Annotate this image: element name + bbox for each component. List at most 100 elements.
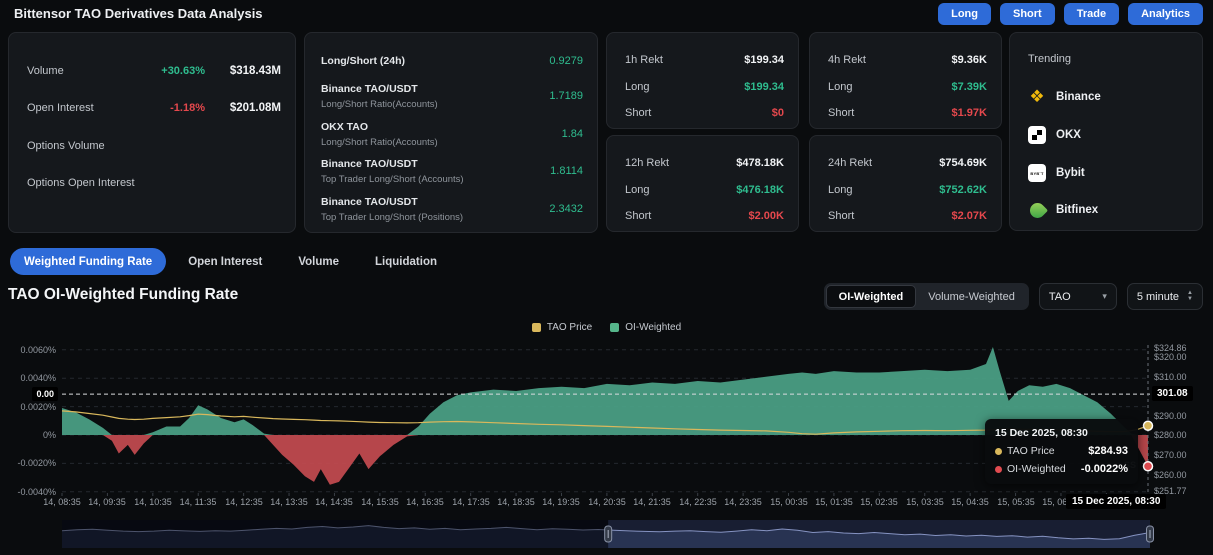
long-short-ratios-card: Long/Short (24h) 0.9279 Binance TAO/USDT… [304, 32, 598, 233]
stat-row-options-open-interest: Options Open Interest [27, 165, 281, 203]
stat-label: Open Interest [27, 102, 94, 114]
x-axis-label: 14, 20:35 [588, 497, 626, 507]
rekt-title: 1h Rekt [625, 54, 663, 66]
ratio-row: OKX TAO Long/Short Ratio(Accounts) 1.84 [321, 121, 583, 148]
tab-open-interest[interactable]: Open Interest [174, 248, 276, 275]
y-axis-left-label: 0% [6, 430, 56, 440]
tab-volume[interactable]: Volume [284, 248, 353, 275]
x-axis-label: 14, 08:35 [43, 497, 81, 507]
y-axis-left-label: 0.0020% [6, 402, 56, 412]
trending-card: Trending ❖ Binance OKX BYBˉT Bybit Bitfi… [1009, 32, 1203, 231]
long-button[interactable]: Long [938, 3, 991, 25]
legend-tao-price[interactable]: TAO Price [532, 322, 592, 333]
ratio-title: Binance TAO/USDT [321, 83, 583, 95]
rekt-card-4h: 4h Rekt$9.36K Long$7.39K Short$1.97K [809, 32, 1002, 129]
rekt-long-label: Long [828, 81, 852, 93]
series-dot-icon [995, 466, 1002, 473]
toggle-oi-weighted[interactable]: OI-Weighted [826, 285, 917, 308]
stat-change: +30.63% [161, 65, 205, 77]
x-axis-label: 15, 07:35 [1087, 497, 1125, 507]
x-axis-label: 14, 16:35 [406, 497, 444, 507]
page-title: Bittensor TAO Derivatives Data Analysis [14, 6, 263, 21]
x-axis-label: 15, 04:35 [951, 497, 989, 507]
stat-row-options-volume: Options Volume [27, 127, 281, 165]
ratio-row: Binance TAO/USDT Long/Short Ratio(Accoun… [321, 83, 583, 110]
analytics-button[interactable]: Analytics [1128, 3, 1203, 25]
trending-item-binance[interactable]: ❖ Binance [1028, 87, 1101, 107]
tooltip-row: OI-Weighted -0.0022% [995, 463, 1128, 475]
chart-title: TAO OI-Weighted Funding Rate [8, 286, 238, 304]
x-axis-label: 15, 00:35 [770, 497, 808, 507]
y-axis-left-label: 0.0060% [6, 345, 56, 355]
rekt-short-label: Short [625, 107, 651, 119]
tooltip-value: -0.0022% [1081, 463, 1128, 475]
ratio-row: Binance TAO/USDT Top Trader Long/Short (… [321, 158, 583, 185]
rekt-card-1h: 1h Rekt$199.34 Long$199.34 Short$0 [606, 32, 799, 129]
ratio-subtitle: Long/Short Ratio(Accounts) [321, 137, 583, 148]
legend-label: TAO Price [547, 322, 592, 333]
exchange-name: Bitfinex [1056, 204, 1098, 216]
bitfinex-icon [1028, 201, 1046, 219]
x-axis-label: 15, 06:35 [1042, 497, 1080, 507]
ratio-value: 1.7189 [549, 90, 583, 102]
tooltip-value: $284.93 [1088, 445, 1128, 457]
x-axis-label: 14, 14:35 [315, 497, 353, 507]
y-axis-right-label: $290.00 [1154, 411, 1187, 421]
navigator-handle[interactable] [605, 526, 612, 542]
x-axis-label: 15, 01:35 [815, 497, 853, 507]
ratio-title: Binance TAO/USDT [321, 196, 583, 208]
stat-value: $201.08M [205, 102, 281, 114]
rekt-short-value: $2.00K [749, 210, 784, 222]
rekt-long-label: Long [828, 184, 852, 196]
x-axis-label: 15, 05:35 [997, 497, 1035, 507]
trending-item-okx[interactable]: OKX [1028, 125, 1081, 145]
rekt-long-label: Long [625, 184, 649, 196]
ratio-title: Binance TAO/USDT [321, 158, 583, 170]
ratio-title: OKX TAO [321, 121, 583, 133]
stat-value: $318.43M [205, 65, 281, 77]
short-button[interactable]: Short [1000, 3, 1055, 25]
trade-button[interactable]: Trade [1064, 3, 1119, 25]
y-axis-right-label: $324.86 [1154, 343, 1187, 353]
toggle-volume-weighted[interactable]: Volume-Weighted [916, 285, 1027, 308]
trending-title: Trending [1028, 53, 1202, 65]
y-axis-left-label: -0.0020% [6, 458, 56, 468]
series-dot-icon [995, 448, 1002, 455]
x-axis-label: 15, 03:35 [906, 497, 944, 507]
y-axis-right-label: $270.00 [1154, 450, 1187, 460]
bybit-icon: BYBˉT [1028, 164, 1046, 182]
header-actions: Long Short Trade Analytics [938, 3, 1203, 25]
tab-weighted-funding-rate[interactable]: Weighted Funding Rate [10, 248, 166, 275]
rekt-long-value: $476.18K [736, 184, 784, 196]
binance-icon: ❖ [1028, 88, 1046, 106]
x-axis-label: 14, 17:35 [452, 497, 490, 507]
x-axis-label: 14, 09:35 [88, 497, 126, 507]
coin-select-value: TAO [1049, 291, 1071, 303]
legend-swatch [610, 323, 619, 332]
rekt-total: $9.36K [952, 54, 987, 66]
rekt-title: 24h Rekt [828, 157, 872, 169]
x-axis-label: 14, 23:35 [724, 497, 762, 507]
x-axis-label: 14, 22:35 [679, 497, 717, 507]
x-axis-current-badge: 15 Dec 2025, 08:30 [1066, 494, 1166, 509]
ratio-row: Long/Short (24h) 0.9279 [321, 55, 583, 67]
x-axis-label: 14, 19:35 [542, 497, 580, 507]
y-axis-right-label: $320.00 [1154, 352, 1187, 362]
chart-controls: OI-Weighted Volume-Weighted TAO ▾ 5 minu… [824, 283, 1203, 310]
rekt-card-24h: 24h Rekt$754.69K Long$752.62K Short$2.07… [809, 135, 1002, 232]
trending-item-bitfinex[interactable]: Bitfinex [1028, 200, 1098, 220]
ratio-value: 1.84 [562, 128, 583, 140]
trending-item-bybit[interactable]: BYBˉT Bybit [1028, 163, 1085, 183]
legend-label: OI-Weighted [625, 322, 681, 333]
navigator-handle[interactable] [1147, 526, 1154, 542]
rekt-title: 4h Rekt [828, 54, 866, 66]
chart-tooltip: 15 Dec 2025, 08:30 TAO Price $284.93 OI-… [985, 419, 1138, 484]
spinner-arrows-icon: ▲▼ [1187, 291, 1193, 302]
tab-liquidation[interactable]: Liquidation [361, 248, 451, 275]
legend-oi-weighted[interactable]: OI-Weighted [610, 322, 681, 333]
rekt-title: 12h Rekt [625, 157, 669, 169]
interval-select[interactable]: 5 minute ▲▼ [1127, 283, 1203, 310]
rekt-short-value: $0 [772, 107, 784, 119]
coin-select[interactable]: TAO ▾ [1039, 283, 1117, 310]
rekt-long-value: $752.62K [939, 184, 987, 196]
